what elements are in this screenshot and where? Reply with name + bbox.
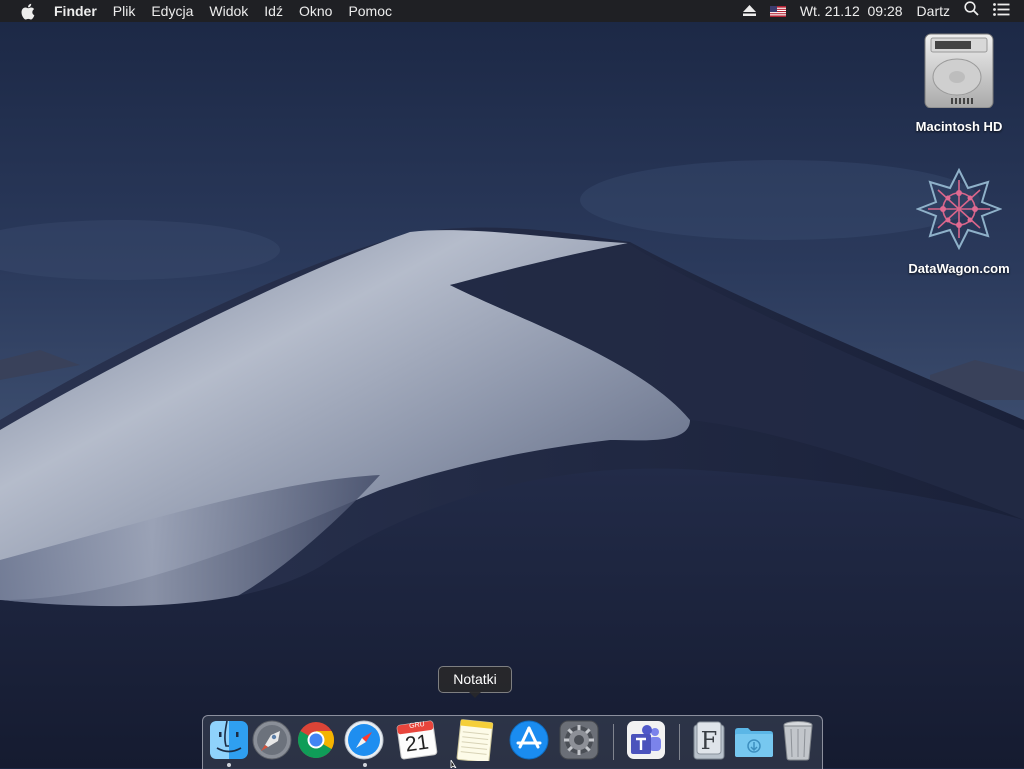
menu-pomoc[interactable]: Pomoc bbox=[348, 0, 392, 22]
dock-separator bbox=[613, 724, 614, 760]
eject-icon[interactable] bbox=[742, 0, 756, 22]
menu-idz[interactable]: Idź bbox=[264, 0, 283, 22]
app-store-icon[interactable] bbox=[508, 719, 550, 761]
datawagon-logo-icon bbox=[915, 167, 1003, 251]
spotlight-search-icon[interactable] bbox=[964, 0, 979, 22]
user-name[interactable]: Dartz bbox=[917, 0, 950, 22]
menu-bar: Finder Plik Edycja Widok Idź Okno Pomoc … bbox=[0, 0, 1024, 22]
dock-tooltip-arrow bbox=[468, 691, 482, 698]
menu-app-name[interactable]: Finder bbox=[54, 0, 97, 22]
safari-icon[interactable] bbox=[343, 719, 385, 761]
hard-drive-icon bbox=[924, 33, 994, 109]
dock-tooltip: Notatki bbox=[438, 666, 512, 693]
trash-icon[interactable] bbox=[777, 719, 819, 761]
dock-running-indicator bbox=[227, 763, 231, 767]
menu-okno[interactable]: Okno bbox=[299, 0, 332, 22]
calendar-icon[interactable]: GRU 21 bbox=[396, 719, 438, 761]
desktop-icon-label: DataWagon.com bbox=[908, 261, 1010, 276]
chrome-icon[interactable] bbox=[295, 719, 337, 761]
notification-center-icon[interactable] bbox=[993, 0, 1010, 22]
svg-text:F: F bbox=[701, 727, 718, 755]
desktop-icon-macintosh-hd[interactable]: Macintosh HD bbox=[899, 32, 1019, 134]
dock-separator bbox=[679, 724, 680, 760]
mouse-cursor-icon bbox=[450, 760, 457, 768]
menu-extras: Wt. 21.12 09:28 Dartz bbox=[742, 0, 1024, 22]
clock[interactable]: Wt. 21.12 09:28 bbox=[800, 0, 903, 22]
dock: GRU 21 F bbox=[202, 715, 823, 769]
calendar-day: 21 bbox=[403, 730, 431, 757]
apple-menu-icon[interactable] bbox=[20, 2, 36, 20]
menu-edycja[interactable]: Edycja bbox=[151, 0, 193, 22]
dock-running-indicator bbox=[363, 763, 367, 767]
launchpad-icon[interactable] bbox=[251, 719, 293, 761]
system-preferences-icon[interactable] bbox=[558, 719, 600, 761]
input-source-flag-icon[interactable] bbox=[769, 5, 786, 17]
finder-icon[interactable] bbox=[208, 719, 250, 761]
font-folder-icon[interactable]: F bbox=[688, 719, 730, 761]
desktop-wallpaper bbox=[0, 0, 1024, 768]
menu-plik[interactable]: Plik bbox=[113, 0, 136, 22]
notes-icon[interactable] bbox=[453, 719, 495, 761]
desktop-icon-datawagon[interactable]: DataWagon.com bbox=[899, 167, 1019, 276]
downloads-folder-icon[interactable] bbox=[733, 719, 775, 761]
menu-widok[interactable]: Widok bbox=[209, 0, 248, 22]
desktop-icon-label: Macintosh HD bbox=[915, 119, 1003, 134]
teams-icon[interactable] bbox=[625, 719, 667, 761]
